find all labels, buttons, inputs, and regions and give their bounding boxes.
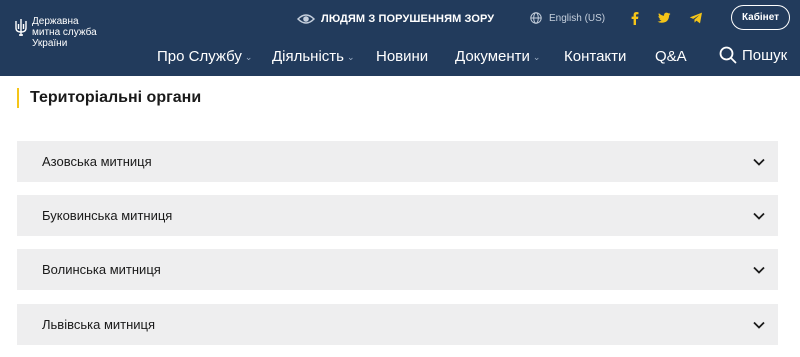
accessibility-link[interactable]: ЛЮДЯМ З ПОРУШЕННЯМ ЗОРУ (297, 12, 494, 26)
nav-label: Документи (455, 48, 530, 65)
accordion-item[interactable]: Львівська митниця (17, 304, 778, 345)
chevron-down-icon (753, 212, 765, 220)
twitter-icon (657, 12, 671, 23)
nav-label: Про Службу (157, 48, 242, 65)
chevron-down-icon (753, 158, 765, 166)
facebook-icon (631, 12, 639, 25)
nav-item-news[interactable]: Новини (376, 48, 428, 65)
accordion-label: Волинська митниця (42, 262, 161, 277)
cabinet-button[interactable]: Кабінет (731, 5, 790, 30)
nav-label: Новини (376, 48, 429, 65)
language-label: English (US) (549, 12, 606, 24)
eye-icon (297, 14, 315, 24)
telegram-link[interactable] (689, 11, 703, 25)
site-logo[interactable]: Державна митна служба України (15, 16, 112, 49)
accordion-item[interactable]: Волинська митниця (17, 249, 778, 290)
facebook-link[interactable] (628, 11, 642, 25)
page-title: Територіальні органи (17, 88, 201, 108)
twitter-link[interactable] (657, 11, 671, 25)
nav-item-contacts[interactable]: Контакти (564, 48, 626, 65)
chevron-down-icon: ⌄ (532, 52, 541, 62)
nav-label: Контакти (564, 48, 627, 65)
logo-line: України (32, 38, 68, 49)
accessibility-label: ЛЮДЯМ З ПОРУШЕННЯМ ЗОРУ (321, 13, 495, 25)
nav-label: Q&A (655, 48, 687, 65)
nav-label: Діяльність (272, 48, 344, 65)
accordion-label: Азовська митниця (42, 154, 152, 169)
site-header: Державна митна служба України ЛЮДЯМ З ПО… (0, 0, 800, 76)
chevron-down-icon: ⌄ (244, 52, 253, 62)
globe-icon (530, 12, 542, 24)
search-icon (719, 46, 737, 64)
search-label: Пошук (742, 46, 788, 64)
accordion-item[interactable]: Азовська митниця (17, 141, 778, 182)
telegram-icon (689, 12, 702, 24)
language-selector[interactable]: English (US) (530, 12, 605, 24)
nav-item-about[interactable]: Про Службу ⌄ (157, 48, 252, 65)
chevron-down-icon (753, 321, 765, 329)
chevron-down-icon (753, 266, 765, 274)
accordion-label: Буковинська митниця (42, 208, 173, 223)
accordion-item[interactable]: Буковинська митниця (17, 195, 778, 236)
accordion-label: Львівська митниця (42, 317, 156, 332)
logo-text: Державна митна служба України (32, 16, 112, 49)
search-button[interactable]: Пошук (719, 46, 787, 64)
logo-line: Державна (32, 16, 79, 27)
trident-icon (15, 19, 27, 36)
nav-item-activity[interactable]: Діяльність ⌄ (272, 48, 355, 65)
nav-item-qa[interactable]: Q&A (655, 48, 687, 65)
chevron-down-icon: ⌄ (346, 52, 355, 62)
nav-item-documents[interactable]: Документи ⌄ (455, 48, 540, 65)
logo-line: митна служба (32, 27, 97, 38)
